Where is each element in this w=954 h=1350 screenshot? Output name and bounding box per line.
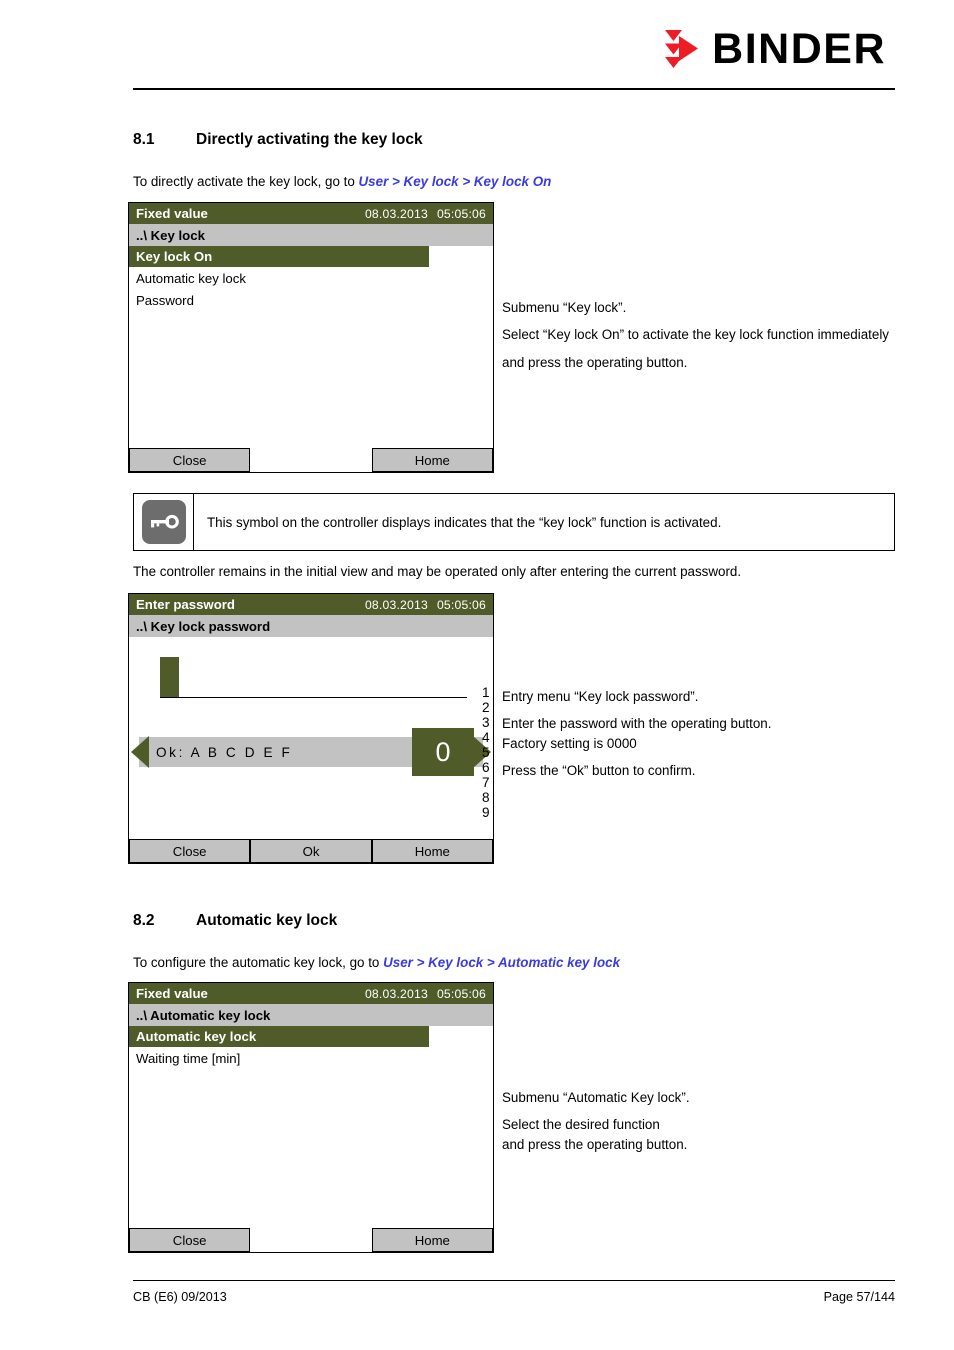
annotation-autolock-line2: Select the desired function <box>502 1117 660 1133</box>
button-gap <box>250 1228 371 1252</box>
menu-item-automatic-key-lock[interactable]: Automatic key lock <box>129 1026 430 1047</box>
panel-button-bar: Close Ok Home <box>129 839 493 863</box>
binder-logo: BINDER <box>665 26 886 72</box>
menu-item-key-lock-on[interactable]: Key lock On <box>129 246 430 267</box>
panel-clock: 08.03.2013 05:05:06 <box>356 598 486 612</box>
key-lock-icon <box>141 500 186 544</box>
panel-button-bar: Close Home <box>129 1228 493 1252</box>
panel-time: 05:05:06 <box>436 597 486 612</box>
footer-document-id: CB (E6) 09/2013 <box>133 1290 227 1304</box>
annotation-key-lock-line1: Submenu “Key lock”. <box>502 300 627 315</box>
binder-logo-mark-icon <box>665 29 703 69</box>
panel-breadcrumb: ..\ Key lock password <box>129 615 493 637</box>
panel-title-bar: Enter password 08.03.2013 05:05:06 <box>129 594 493 615</box>
annotation-password-line1: Entry menu “Key lock password”. <box>502 689 699 704</box>
character-selected[interactable]: 0 <box>412 728 474 776</box>
button-gap <box>250 448 371 472</box>
panel-title-bar: Fixed value 08.03.2013 05:05:06 <box>129 203 493 224</box>
controller-panel-automatic-key-lock: Fixed value 08.03.2013 05:05:06 ..\ Autom… <box>128 982 494 1253</box>
controller-panel-key-lock: Fixed value 08.03.2013 05:05:06 ..\ Key l… <box>128 202 494 473</box>
panel-date: 08.03.2013 <box>364 986 428 1001</box>
character-selector-strip: Ok: A B C D E F 0 1 2 3 4 5 6 7 8 9 <box>129 685 493 820</box>
annotation-key-lock: Submenu “Key lock”. Select “Key lock On”… <box>502 298 892 372</box>
annotation-key-lock-line3: and press the operating button. <box>502 354 688 370</box>
close-button[interactable]: Close <box>129 448 251 472</box>
character-options-right[interactable]: 1 2 3 4 5 6 7 8 9 <box>482 685 493 820</box>
annotation-key-lock-line2: Select “Key lock On” to activate the key… <box>502 327 890 343</box>
nav-path-8-1: User > Key lock > Key lock On <box>358 174 552 189</box>
header-divider <box>133 88 895 90</box>
password-entry-area: Ok: A B C D E F 0 1 2 3 4 5 6 7 8 9 <box>129 637 493 906</box>
document-page: BINDER 8.1 Directly activating the key lo… <box>0 0 954 1350</box>
intro-paragraph-8-2: To configure the automatic key lock, go … <box>133 955 620 970</box>
footer-divider <box>133 1280 895 1281</box>
section-number-8-1: 8.1 <box>133 131 155 148</box>
panel-date: 08.03.2013 <box>364 206 428 221</box>
password-input-line[interactable] <box>160 697 467 698</box>
panel-date: 08.03.2013 <box>364 597 428 612</box>
annotation-password-line4: Press the “Ok” button to confirm. <box>502 763 696 779</box>
character-options-left[interactable]: Ok: A B C D E F <box>156 737 292 767</box>
ok-button[interactable]: Ok <box>250 839 372 863</box>
footer-page-number: Page 57/144 <box>823 1290 895 1304</box>
home-button[interactable]: Home <box>371 839 493 863</box>
annotation-automatic-key-lock: Submenu “Automatic Key lock”. Select the… <box>502 1088 892 1154</box>
menu-item-automatic-key-lock[interactable]: Automatic key lock <box>129 267 493 289</box>
annotation-password: Entry menu “Key lock password”. Enter th… <box>502 687 892 781</box>
nav-path-8-2: User > Key lock > Automatic key lock <box>383 955 621 970</box>
intro-prefix-8-1: To directly activate the key lock, go to <box>133 174 359 189</box>
menu-item-password[interactable]: Password <box>129 289 493 311</box>
annotation-password-line3: Factory setting is 0000 <box>502 735 637 751</box>
symbol-note-text: This symbol on the controller displays i… <box>207 514 722 530</box>
annotation-autolock-line1: Submenu “Automatic Key lock”. <box>502 1090 690 1105</box>
panel-time: 05:05:06 <box>436 986 486 1001</box>
panel-button-bar: Close Home <box>129 448 493 472</box>
home-button[interactable]: Home <box>371 448 493 472</box>
annotation-autolock-line3: and press the operating button. <box>502 1136 688 1152</box>
section-heading-8-2: 8.2 Automatic key lock <box>133 912 337 930</box>
panel-breadcrumb: ..\ Key lock <box>129 224 493 246</box>
annotation-password-line2: Enter the password with the operating bu… <box>502 716 772 732</box>
controller-panel-password: Enter password 08.03.2013 05:05:06 ..\ Ke… <box>128 593 494 864</box>
paragraph-after-symbol: The controller remains in the initial vi… <box>133 564 742 579</box>
panel-clock: 08.03.2013 05:05:06 <box>356 207 486 221</box>
panel-clock: 08.03.2013 05:05:06 <box>356 987 486 1001</box>
close-button[interactable]: Close <box>129 839 251 863</box>
scroll-left-arrow-icon[interactable] <box>131 736 149 768</box>
home-button[interactable]: Home <box>371 1228 493 1252</box>
panel-title-text: Fixed value <box>136 986 208 1001</box>
symbol-note-icon-cell <box>134 494 194 550</box>
section-title-8-2: Automatic key lock <box>196 912 338 929</box>
section-heading-8-1: 8.1 Directly activating the key lock <box>133 131 423 149</box>
password-cursor <box>160 657 179 697</box>
panel-breadcrumb: ..\ Automatic key lock <box>129 1004 493 1026</box>
panel-title-text: Enter password <box>136 597 235 612</box>
panel-title-bar: Fixed value 08.03.2013 05:05:06 <box>129 983 493 1004</box>
menu-item-waiting-time[interactable]: Waiting time [min] <box>129 1047 493 1069</box>
close-button[interactable]: Close <box>129 1228 251 1252</box>
intro-paragraph-8-1: To directly activate the key lock, go to… <box>133 174 551 189</box>
binder-logo-text: BINDER <box>712 24 886 73</box>
panel-title-text: Fixed value <box>136 206 208 221</box>
symbol-note-box: This symbol on the controller displays i… <box>133 493 895 551</box>
intro-prefix-8-2: To configure the automatic key lock, go … <box>133 955 384 970</box>
section-title-8-1: Directly activating the key lock <box>196 131 423 148</box>
section-number-8-2: 8.2 <box>133 912 155 929</box>
panel-time: 05:05:06 <box>436 206 486 221</box>
